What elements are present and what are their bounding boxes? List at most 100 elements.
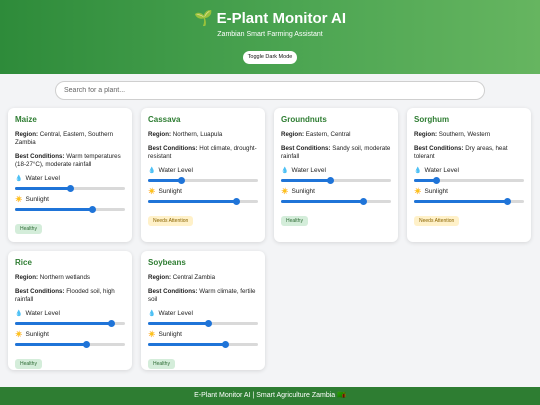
plant-conditions: Best Conditions: Warm temperatures (18-2… <box>15 153 125 169</box>
sun-icon: ☀️ <box>281 189 289 195</box>
seedling-icon: 🌱 <box>193 10 213 27</box>
region-value: Northern, Luapula <box>172 131 223 138</box>
sunlight-label: ☀️ Sunlight <box>281 188 315 195</box>
sun-icon: ☀️ <box>414 189 422 195</box>
plant-region: Region: Central, Eastern, Southern Zambi… <box>15 131 125 147</box>
plant-name: Sorghum <box>414 115 450 124</box>
conditions-label: Best Conditions: <box>15 153 65 160</box>
sunlight-label: ☀️ Sunlight <box>15 196 49 203</box>
plant-name: Cassava <box>148 115 181 124</box>
app-header: 🌱 E-Plant Monitor AI Zambian Smart Farmin… <box>0 0 540 74</box>
water-slider-thumb[interactable] <box>177 177 185 184</box>
sun-icon: ☀️ <box>15 197 23 203</box>
plant-name: Groundnuts <box>281 115 327 124</box>
status-badge: Healthy <box>15 224 42 234</box>
plant-conditions: Best Conditions: Sandy soil, moderate ra… <box>281 145 391 161</box>
zambia-flag-icon: 🇿🇲 <box>337 392 346 399</box>
sunlight-slider[interactable] <box>15 206 125 213</box>
plant-card: Rice Region: Northern wetlands Best Cond… <box>8 251 132 370</box>
status-badge: Healthy <box>15 359 42 369</box>
water-slider-thumb[interactable] <box>205 320 212 327</box>
water-drop-icon: 💧 <box>148 168 156 174</box>
region-label: Region: <box>148 131 172 138</box>
region-label: Region: <box>15 274 39 281</box>
sunlight-slider-thumb[interactable] <box>232 198 240 205</box>
sun-icon: ☀️ <box>148 332 156 338</box>
status-badge: Needs Attention <box>414 216 460 226</box>
sun-icon: ☀️ <box>15 332 23 338</box>
sunlight-slider-thumb[interactable] <box>221 341 229 348</box>
water-level-label: 💧 Water Level <box>148 167 193 174</box>
app-subtitle: Zambian Smart Farming Assistant <box>217 31 323 38</box>
sunlight-label: ☀️ Sunlight <box>148 331 182 338</box>
plant-region: Region: Central Zambia <box>148 274 258 282</box>
status-badge: Needs Attention <box>148 216 194 226</box>
sunlight-slider-thumb[interactable] <box>83 341 90 348</box>
plant-region: Region: Northern wetlands <box>15 274 125 282</box>
conditions-label: Best Conditions: <box>15 288 65 295</box>
water-level-label: 💧 Water Level <box>414 167 459 174</box>
region-label: Region: <box>281 131 305 138</box>
conditions-label: Best Conditions: <box>148 145 198 152</box>
sunlight-slider[interactable] <box>15 341 125 348</box>
plant-conditions: Best Conditions: Warm climate, fertile s… <box>148 288 258 304</box>
water-level-slider[interactable] <box>15 185 125 192</box>
sunlight-slider-thumb[interactable] <box>360 198 367 205</box>
plant-card: Maize Region: Central, Eastern, Southern… <box>8 108 132 242</box>
conditions-label: Best Conditions: <box>281 145 331 152</box>
app-title: 🌱 E-Plant Monitor AI <box>0 9 540 27</box>
water-level-label: 💧 Water Level <box>15 310 60 317</box>
plant-conditions: Best Conditions: Dry areas, heat toleran… <box>414 145 524 161</box>
sunlight-slider-thumb[interactable] <box>504 198 511 205</box>
footer-text: E-Plant Monitor AI | Smart Agriculture Z… <box>194 392 336 399</box>
plant-name: Soybeans <box>148 258 186 267</box>
water-level-slider[interactable] <box>15 320 125 327</box>
plant-region: Region: Northern, Luapula <box>148 131 258 139</box>
region-value: Southern, Western <box>438 131 491 138</box>
plant-card: Sorghum Region: Southern, Western Best C… <box>407 108 531 242</box>
water-drop-icon: 💧 <box>15 176 23 182</box>
water-slider-thumb[interactable] <box>432 177 440 184</box>
sunlight-label: ☀️ Sunlight <box>15 331 49 338</box>
footer: E-Plant Monitor AI | Smart Agriculture Z… <box>0 387 540 405</box>
status-badge: Healthy <box>281 216 308 226</box>
region-value: Central Zambia <box>172 274 216 281</box>
sunlight-slider[interactable] <box>148 198 258 205</box>
plant-card: Cassava Region: Northern, Luapula Best C… <box>141 108 265 242</box>
water-level-slider[interactable] <box>414 177 524 184</box>
sunlight-label: ☀️ Sunlight <box>414 188 448 195</box>
water-level-label: 💧 Water Level <box>15 175 60 182</box>
plant-region: Region: Eastern, Central <box>281 131 391 139</box>
sunlight-label: ☀️ Sunlight <box>148 188 182 195</box>
conditions-label: Best Conditions: <box>414 145 464 152</box>
status-badge: Healthy <box>148 359 175 369</box>
plant-search-input[interactable] <box>55 81 485 100</box>
plant-conditions: Best Conditions: Hot climate, drought-re… <box>148 145 258 161</box>
water-level-label: 💧 Water Level <box>281 167 326 174</box>
sunlight-slider[interactable] <box>414 198 524 205</box>
water-drop-icon: 💧 <box>15 311 23 317</box>
dark-mode-toggle-button[interactable]: Toggle Dark Mode <box>243 51 297 64</box>
sunlight-slider[interactable] <box>281 198 391 205</box>
sunlight-slider-thumb[interactable] <box>88 206 96 213</box>
conditions-label: Best Conditions: <box>148 288 198 295</box>
plant-conditions: Best Conditions: Flooded soil, high rain… <box>15 288 125 304</box>
plant-card: Soybeans Region: Central Zambia Best Con… <box>141 251 265 370</box>
plant-name: Maize <box>15 115 37 124</box>
water-slider-thumb[interactable] <box>108 320 116 327</box>
water-slider-thumb[interactable] <box>66 185 74 192</box>
region-value: Eastern, Central <box>305 131 351 138</box>
sunlight-slider[interactable] <box>148 341 258 348</box>
water-slider-thumb[interactable] <box>327 177 334 184</box>
app-title-text: E-Plant Monitor AI <box>216 10 347 27</box>
plant-region: Region: Southern, Western <box>414 131 524 139</box>
water-level-slider[interactable] <box>281 177 391 184</box>
region-value: Northern wetlands <box>39 274 90 281</box>
region-label: Region: <box>15 131 39 138</box>
water-level-label: 💧 Water Level <box>148 310 193 317</box>
water-level-slider[interactable] <box>148 177 258 184</box>
region-label: Region: <box>148 274 172 281</box>
water-drop-icon: 💧 <box>148 311 156 317</box>
water-level-slider[interactable] <box>148 320 258 327</box>
plant-card: Groundnuts Region: Eastern, Central Best… <box>274 108 398 242</box>
